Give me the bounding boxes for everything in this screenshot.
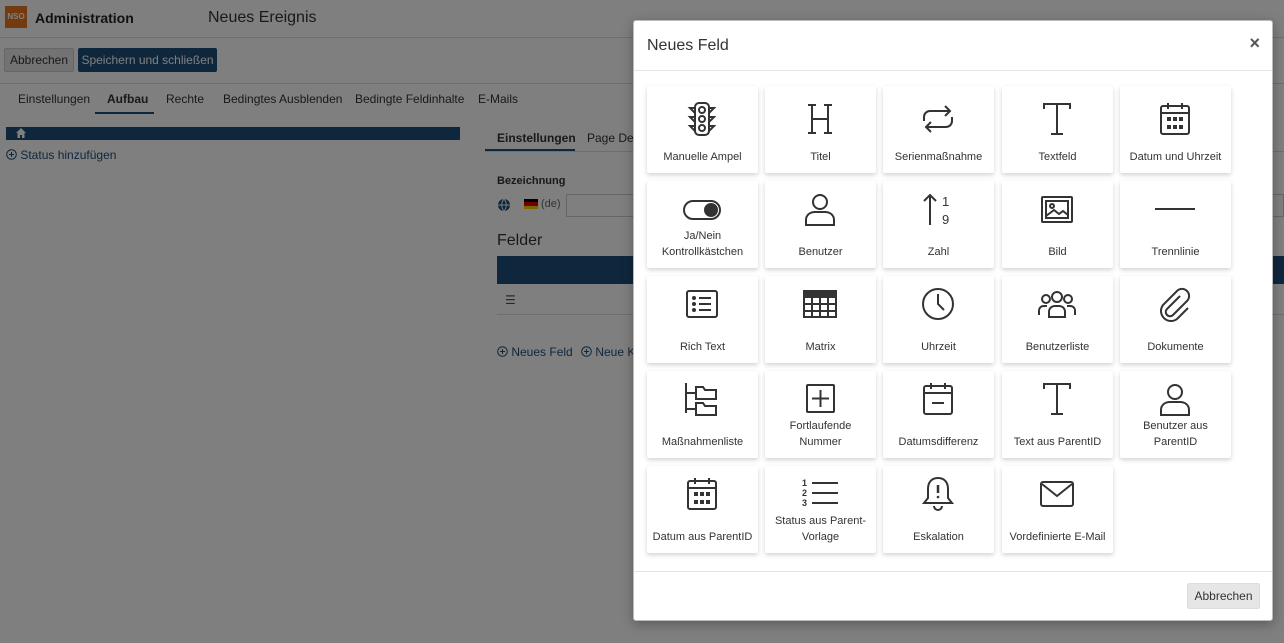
tile-label: Benutzer aus ParentID [1143,420,1208,448]
tile-label: Benutzerliste [1025,341,1090,353]
tile-label: Uhrzeit [921,341,956,353]
tile-label: Titel [810,151,831,163]
text-icon [1037,99,1077,139]
tile-massnahmenliste[interactable]: Maßnahmenliste [647,371,758,458]
tile-zahl[interactable]: 19 Zahl [883,181,994,268]
tile-label: Textfeld [1038,151,1077,163]
tile-dokumente[interactable]: Dokumente [1120,276,1231,363]
tile-status-aus-parent-vorlage[interactable]: 123 Status aus Parent-Vorlage [765,466,876,553]
tile-label: Fortlaufende Nummer [789,420,852,448]
tile-rich-text[interactable]: Rich Text [647,276,758,363]
tile-text-aus-parentid[interactable]: Text aus ParentID [1002,371,1113,458]
tile-label: Rich Text [679,341,726,353]
tile-uhrzeit[interactable]: Uhrzeit [883,276,994,363]
tile-datum-und-uhrzeit[interactable]: Datum und Uhrzeit [1120,86,1231,173]
tile-ja-nein-kontrollkaestchen[interactable]: Ja/Nein Kontrollkästchen [647,181,758,268]
svg-text:3: 3 [802,498,807,508]
tile-fortlaufende-nummer[interactable]: Fortlaufende Nummer [765,371,876,458]
tile-label: Status aus Parent-Vorlage [774,515,867,543]
svg-text:9: 9 [942,212,949,227]
svg-text:1: 1 [942,194,949,209]
bell-alert-icon [918,474,958,514]
tile-trennlinie[interactable]: Trennlinie [1120,181,1231,268]
text-icon [1037,379,1077,419]
tile-eskalation[interactable]: Eskalation [883,466,994,553]
dialog-cancel-button[interactable]: Abbrechen [1187,583,1260,609]
tile-titel[interactable]: Titel [765,86,876,173]
tile-manuelle-ampel[interactable]: Manuelle Ampel [647,86,758,173]
number-sort-icon: 19 [918,189,958,229]
svg-text:2: 2 [802,488,807,498]
tile-label: Manuelle Ampel [663,151,742,163]
tile-serienmassnahme[interactable]: Serienmaßnahme [883,86,994,173]
calendar-icon [1155,99,1195,139]
tile-datumsdifferenz[interactable]: Datumsdifferenz [883,371,994,458]
tile-matrix[interactable]: Matrix [765,276,876,363]
tile-benutzer[interactable]: Benutzer [765,181,876,268]
new-field-dialog: Neues Feld × Manuelle Ampel Titel Serien… [633,20,1273,621]
traffic-light-icon [682,99,722,139]
toggle-icon [682,189,722,229]
tile-label: Datumsdifferenz [898,436,979,448]
list-box-icon [682,284,722,324]
tile-label: Vordefinierte E-Mail [1009,531,1106,543]
tile-label: Eskalation [913,531,964,543]
tile-vordefinierte-email[interactable]: Vordefinierte E-Mail [1002,466,1113,553]
tile-label: Dokumente [1147,341,1204,353]
dialog-header: Neues Feld × [634,21,1272,71]
tile-label: Maßnahmenliste [661,436,744,448]
dialog-title: Neues Feld [647,37,729,54]
calendar-icon [682,474,722,514]
dialog-footer: Abbrechen [634,571,1272,621]
tile-benutzerliste[interactable]: Benutzerliste [1002,276,1113,363]
field-type-grid: Manuelle Ampel Titel Serienmaßnahme Text… [647,86,1247,556]
paperclip-icon [1155,284,1195,324]
user-icon [800,189,840,229]
tile-label: Benutzer [798,246,843,258]
image-icon [1037,189,1077,229]
tile-textfeld[interactable]: Textfeld [1002,86,1113,173]
folder-tree-icon [682,379,722,419]
tile-label: Ja/Nein Kontrollkästchen [661,230,744,258]
calendar-minus-icon [918,379,958,419]
repeat-icon [918,99,958,139]
tile-bild[interactable]: Bild [1002,181,1113,268]
clock-icon [918,284,958,324]
divider-line-icon [1155,189,1195,229]
table-grid-icon [800,284,840,324]
numbered-list-icon: 123 [800,474,840,514]
user-icon [1155,379,1195,419]
tile-label: Bild [1048,246,1067,258]
tile-label: Text aus ParentID [1013,436,1102,448]
heading-icon [800,99,840,139]
tile-label: Zahl [927,246,950,258]
users-group-icon [1037,284,1077,324]
tile-label: Matrix [805,341,836,353]
tile-datum-aus-parentid[interactable]: Datum aus ParentID [647,466,758,553]
close-icon[interactable]: × [1249,34,1260,52]
plus-square-icon [800,379,840,419]
tile-label: Datum und Uhrzeit [1129,151,1222,163]
tile-label: Trennlinie [1151,246,1200,258]
tile-label: Serienmaßnahme [894,151,983,163]
tile-benutzer-aus-parentid[interactable]: Benutzer aus ParentID [1120,371,1231,458]
svg-text:1: 1 [802,478,807,488]
envelope-icon [1037,474,1077,514]
tile-label: Datum aus ParentID [652,531,753,543]
